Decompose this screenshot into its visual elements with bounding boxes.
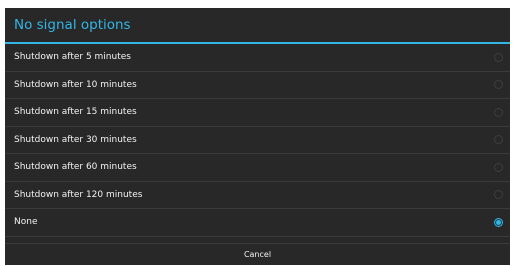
option-item-60-minutes[interactable]: Shutdown after 60 minutes bbox=[5, 154, 510, 182]
option-label: Shutdown after 10 minutes bbox=[14, 79, 137, 90]
option-label: None bbox=[14, 217, 38, 228]
option-item-15-minutes[interactable]: Shutdown after 15 minutes bbox=[5, 99, 510, 127]
no-signal-options-dialog: No signal options Shutdown after 5 minut… bbox=[5, 8, 510, 265]
option-item-5-minutes[interactable]: Shutdown after 5 minutes bbox=[5, 44, 510, 72]
option-label: Shutdown after 60 minutes bbox=[14, 162, 137, 173]
radio-selected-dot-icon bbox=[496, 219, 501, 225]
dialog-title-bar: No signal options bbox=[5, 8, 510, 44]
dialog-title: No signal options bbox=[14, 17, 131, 33]
option-item-30-minutes[interactable]: Shutdown after 30 minutes bbox=[5, 127, 510, 154]
option-label: Shutdown after 5 minutes bbox=[14, 52, 131, 63]
option-label: Shutdown after 15 minutes bbox=[14, 107, 137, 118]
radio-button-unchecked[interactable] bbox=[494, 80, 503, 90]
option-label: Shutdown after 30 minutes bbox=[14, 134, 137, 145]
cancel-button[interactable]: Cancel bbox=[224, 246, 291, 263]
radio-button-unchecked[interactable] bbox=[494, 52, 503, 62]
radio-button-unchecked[interactable] bbox=[494, 190, 503, 200]
options-list: Shutdown after 5 minutes Shutdown after … bbox=[5, 44, 510, 237]
radio-button-unchecked[interactable] bbox=[494, 107, 503, 117]
option-label: Shutdown after 120 minutes bbox=[14, 189, 143, 200]
radio-button-unchecked[interactable] bbox=[494, 135, 503, 145]
option-item-120-minutes[interactable]: Shutdown after 120 minutes bbox=[5, 182, 510, 209]
dialog-footer: Cancel bbox=[5, 243, 510, 265]
option-item-10-minutes[interactable]: Shutdown after 10 minutes bbox=[5, 72, 510, 99]
option-item-none[interactable]: None bbox=[5, 209, 510, 237]
radio-button-unchecked[interactable] bbox=[494, 162, 503, 172]
radio-button-checked[interactable] bbox=[494, 217, 503, 227]
